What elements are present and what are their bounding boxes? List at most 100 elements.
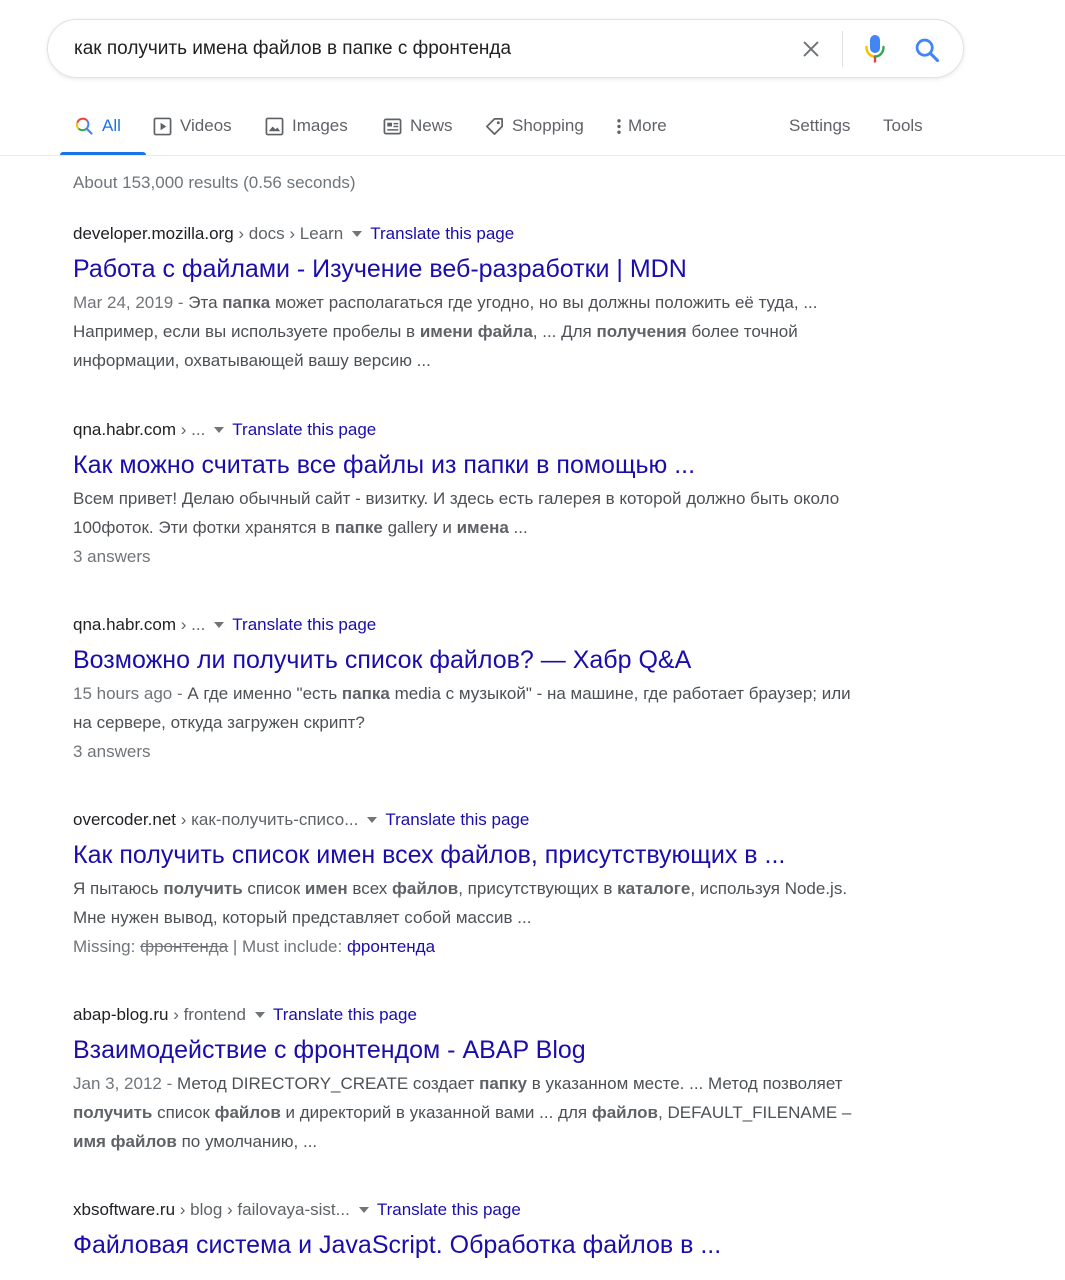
result-snippet: Я пытаюсь получить список имен всех файл… xyxy=(73,874,873,932)
search-result: overcoder.net › как-получить-списо... Tra… xyxy=(73,808,873,961)
snippet-highlight: папка xyxy=(222,293,271,312)
search-icon xyxy=(915,38,940,63)
caret-down-icon[interactable] xyxy=(367,816,378,823)
result-title[interactable]: Файловая система и JavaScript. Обработка… xyxy=(73,1229,873,1261)
snippet-text: и директорий в указанной вами ... для xyxy=(280,1103,592,1122)
tab-settings[interactable]: Settings xyxy=(789,100,850,152)
must-include-label: | Must include: xyxy=(228,937,347,956)
caret-down-icon[interactable] xyxy=(352,230,363,237)
result-snippet: 15 hours ago - А где именно "есть папка … xyxy=(73,679,873,737)
translate-link[interactable]: Translate this page xyxy=(232,615,376,634)
search-result: xbsoftware.ru › blog › failovaya-sist...… xyxy=(73,1198,873,1261)
tab-settings-label: Settings xyxy=(789,116,851,135)
tab-shopping-label: Shopping xyxy=(512,116,584,135)
result-cite: qna.habr.com › ... Translate this page xyxy=(73,613,873,637)
snippet-text: по умолчанию, ... xyxy=(176,1132,318,1151)
result-domain: qna.habr.com xyxy=(73,615,177,634)
snippet-text: список xyxy=(152,1103,215,1122)
snippet-text: Эта xyxy=(188,293,223,312)
translate-link[interactable]: Translate this page xyxy=(377,1200,521,1219)
close-icon xyxy=(803,41,819,57)
result-domain: overcoder.net xyxy=(73,810,177,829)
snippet-highlight: получить xyxy=(73,1103,153,1122)
translate-link[interactable]: Translate this page xyxy=(232,420,376,439)
search-result: abap-blog.ru › frontend Translate this pa… xyxy=(73,1003,873,1156)
result-title[interactable]: Работа с файлами - Изучение веб-разработ… xyxy=(73,253,873,285)
result-answers: 3 answers xyxy=(73,547,151,566)
result-stats: About 153,000 results (0.56 seconds) xyxy=(73,173,356,192)
result-date: Jan 3, 2012 - xyxy=(73,1074,177,1093)
video-icon xyxy=(153,117,172,136)
search-box-divider xyxy=(842,31,843,67)
tab-images-label: Images xyxy=(292,116,348,135)
search-button[interactable] xyxy=(911,34,943,66)
result-path: › frontend xyxy=(168,1005,246,1024)
snippet-highlight: имена xyxy=(456,518,509,537)
result-date: 15 hours ago - xyxy=(73,684,188,703)
tab-all[interactable]: All xyxy=(60,100,146,155)
must-include-link[interactable]: фронтенда xyxy=(347,937,435,956)
result-answers: 3 answers xyxy=(73,742,151,761)
result-path: › как-получить-списо... xyxy=(176,810,359,829)
caret-down-icon[interactable] xyxy=(214,426,225,433)
snippet-highlight: файлов xyxy=(214,1103,281,1122)
snippet-text: в указанном месте. ... Метод позволяет xyxy=(527,1074,843,1093)
tab-videos-label: Videos xyxy=(180,116,232,135)
tab-more-label: More xyxy=(628,116,667,135)
result-date: Mar 24, 2019 - xyxy=(73,293,189,312)
image-icon xyxy=(265,117,284,136)
result-title[interactable]: Как получить список имен всех файлов, пр… xyxy=(73,839,873,871)
clear-search-button[interactable] xyxy=(796,34,826,64)
translate-link[interactable]: Translate this page xyxy=(370,224,514,243)
result-cite: abap-blog.ru › frontend Translate this pa… xyxy=(73,1003,873,1027)
tab-news[interactable]: News xyxy=(383,100,453,152)
tab-tools[interactable]: Tools xyxy=(883,100,923,152)
search-icon xyxy=(74,116,94,136)
result-title[interactable]: Возможно ли получить список файлов? — Ха… xyxy=(73,644,873,676)
snippet-text: Метод DIRECTORY_CREATE создает xyxy=(176,1074,480,1093)
snippet-highlight: получить xyxy=(163,879,243,898)
snippet-highlight: файлов xyxy=(591,1103,659,1122)
caret-down-icon[interactable] xyxy=(214,621,225,628)
search-result: qna.habr.com › ... Translate this page Ка… xyxy=(73,418,873,571)
result-path: › ... xyxy=(176,420,206,439)
snippet-text: список xyxy=(242,879,305,898)
snippet-text: , ... Для xyxy=(532,322,597,341)
search-result: qna.habr.com › ... Translate this page Во… xyxy=(73,613,873,766)
snippet-highlight: папка xyxy=(341,684,390,703)
search-input[interactable] xyxy=(74,35,774,63)
tab-shopping[interactable]: Shopping xyxy=(485,100,584,152)
translate-link[interactable]: Translate this page xyxy=(385,810,529,829)
voice-search-button[interactable] xyxy=(860,32,890,66)
snippet-highlight: папке xyxy=(334,518,383,537)
missing-terms: Missing: фронтенда | Must include: фронт… xyxy=(73,932,873,961)
result-cite: xbsoftware.ru › blog › failovaya-sist...… xyxy=(73,1198,873,1222)
tab-videos[interactable]: Videos xyxy=(153,100,232,152)
search-tabs: All Videos Images News Shopping More Set… xyxy=(0,100,1065,156)
tab-all-label: All xyxy=(102,116,121,135)
more-vert-icon xyxy=(616,117,622,136)
tab-images[interactable]: Images xyxy=(265,100,348,152)
snippet-text: Я пытаюсь xyxy=(73,879,164,898)
result-path: › ... xyxy=(176,615,206,634)
result-path: › blog › failovaya-sist... xyxy=(175,1200,350,1219)
snippet-text: ... xyxy=(508,518,528,537)
result-cite: qna.habr.com › ... Translate this page xyxy=(73,418,873,442)
result-snippet: Mar 24, 2019 - Эта папка может располага… xyxy=(73,288,873,375)
result-snippet: Всем привет! Делаю обычный сайт - визитк… xyxy=(73,484,873,542)
caret-down-icon[interactable] xyxy=(254,1011,265,1018)
result-snippet: Jan 3, 2012 - Метод DIRECTORY_CREATE соз… xyxy=(73,1069,873,1156)
snippet-highlight: папку xyxy=(479,1074,528,1093)
result-title[interactable]: Как можно считать все файлы из папки в п… xyxy=(73,449,873,481)
missing-label: Missing: xyxy=(73,937,141,956)
snippet-text: , DEFAULT_FILENAME – xyxy=(658,1103,852,1122)
result-domain: abap-blog.ru xyxy=(73,1005,169,1024)
tab-tools-label: Tools xyxy=(883,116,923,135)
tag-icon xyxy=(485,117,504,136)
snippet-highlight: файлов xyxy=(392,879,459,898)
translate-link[interactable]: Translate this page xyxy=(273,1005,417,1024)
tab-more[interactable]: More xyxy=(616,100,667,152)
snippet-text: А где именно "есть xyxy=(187,684,342,703)
caret-down-icon[interactable] xyxy=(358,1206,369,1213)
result-title[interactable]: Взаимодействие с фронтендом - ABAP Blog xyxy=(73,1034,873,1066)
